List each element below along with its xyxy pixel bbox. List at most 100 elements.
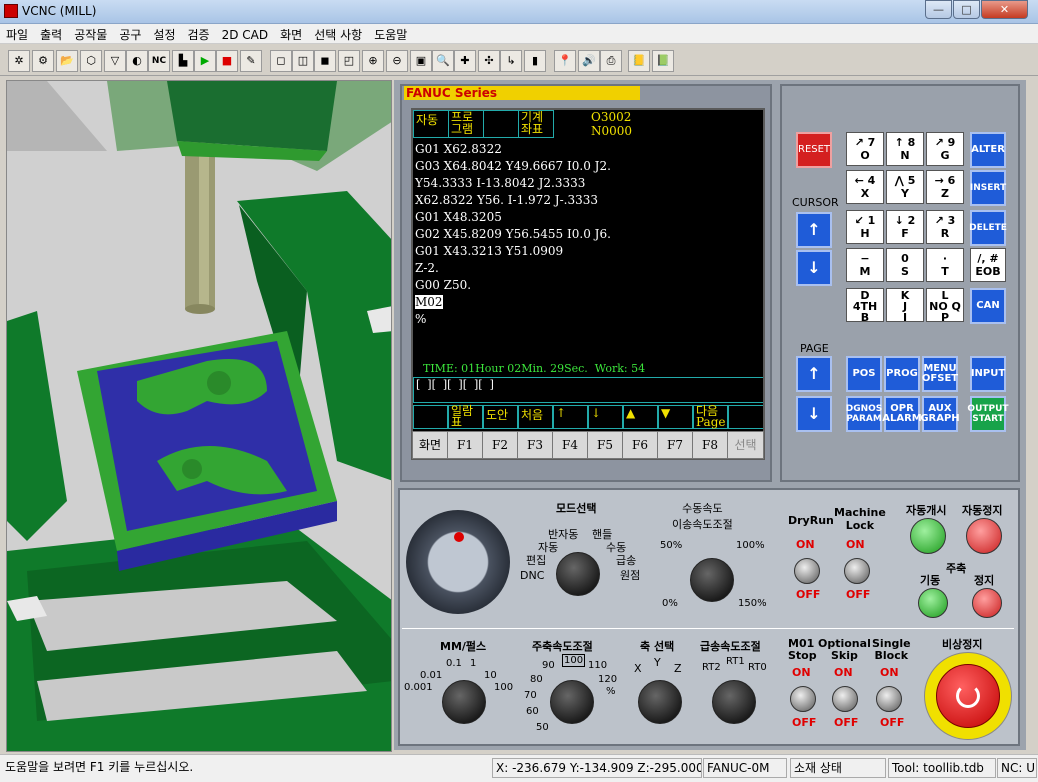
play-icon[interactable]: ▶ [194, 50, 216, 72]
view-iso-icon[interactable]: ◰ [338, 50, 360, 72]
mode-select-knob[interactable] [556, 552, 600, 596]
menu-options[interactable]: 선택 사항 [308, 24, 368, 45]
page-down-button[interactable]: ↓ [796, 396, 832, 432]
key-6-z[interactable]: → 6 Z [926, 170, 964, 204]
select-icon[interactable]: ✲ [8, 50, 30, 72]
prog-button[interactable]: PROG [884, 356, 920, 392]
book-icon[interactable]: 📗 [652, 50, 674, 72]
key-3-r[interactable]: ↗ 3 R [926, 210, 964, 244]
key-1-h[interactable]: ↙ 1 H [846, 210, 884, 244]
m01-stop-toggle[interactable] [790, 686, 816, 712]
can-button[interactable]: CAN [970, 288, 1006, 324]
spindle-speed-knob[interactable] [550, 680, 594, 724]
color-icon[interactable]: ▮ [524, 50, 546, 72]
key-dot-t[interactable]: · T [926, 248, 964, 282]
eob-button[interactable]: /, # EOB [970, 248, 1006, 282]
menu-output[interactable]: 출력 [34, 24, 68, 45]
machine-lock-toggle[interactable] [844, 558, 870, 584]
nc-code-icon[interactable]: NC [148, 50, 170, 72]
auto-stop-button[interactable] [966, 518, 1002, 554]
menu-verify[interactable]: 검증 [182, 24, 216, 45]
key-4-x[interactable]: ← 4 X [846, 170, 884, 204]
key-0-s[interactable]: 0 S [886, 248, 924, 282]
page-up-button[interactable]: ↑ [796, 356, 832, 392]
softkey-f4[interactable]: F4 [552, 431, 588, 459]
axis-icon[interactable]: ✣ [478, 50, 500, 72]
output-start-button[interactable]: OUTPUT START [967, 396, 1009, 432]
menu-help[interactable]: 도움말 [368, 24, 413, 45]
maximize-button[interactable]: □ [953, 0, 980, 19]
zoom-in-icon[interactable]: ⊕ [362, 50, 384, 72]
open-folder-icon[interactable]: 📂 [56, 50, 78, 72]
close-button[interactable]: ✕ [981, 0, 1028, 19]
pencil-icon[interactable]: ✎ [240, 50, 262, 72]
aux-graph-button[interactable]: AUX GRAPH [920, 396, 960, 432]
key-k-j-i[interactable]: K J I [886, 288, 924, 323]
key-5-y[interactable]: ⋀ 5 Y [886, 170, 924, 204]
pan-icon[interactable]: ✚ [454, 50, 476, 72]
workpiece-icon[interactable]: ▙ [172, 50, 194, 72]
optional-skip-toggle[interactable] [832, 686, 858, 712]
settings-icon[interactable]: ⚙ [32, 50, 54, 72]
zoom-fit-icon[interactable]: 🔍 [432, 50, 454, 72]
key-9-g[interactable]: ↗ 9 G [926, 132, 964, 166]
alter-button[interactable]: ALTER [970, 132, 1006, 168]
filter-icon[interactable]: ▽ [104, 50, 126, 72]
handwheel[interactable] [406, 510, 510, 614]
softkey-f6[interactable]: F6 [622, 431, 658, 459]
softkey-f8[interactable]: F8 [692, 431, 728, 459]
softkey-f3[interactable]: F3 [517, 431, 553, 459]
key-2-f[interactable]: ↓ 2 F [886, 210, 924, 244]
key-7-o[interactable]: ↗ 7 O [846, 132, 884, 166]
sound-icon[interactable]: 🔊 [578, 50, 600, 72]
softkey-f7[interactable]: F7 [657, 431, 693, 459]
pos-button[interactable]: POS [846, 356, 882, 392]
softkey-f1[interactable]: F1 [447, 431, 483, 459]
menu-offset-button[interactable]: MENU OFSET [922, 356, 958, 392]
view-front-icon[interactable]: ◻ [270, 50, 292, 72]
zoom-out-icon[interactable]: ⊖ [386, 50, 408, 72]
export-icon[interactable]: ⎙ [600, 50, 622, 72]
menu-view[interactable]: 화면 [274, 24, 308, 45]
key-no-p[interactable]: L NO Q P [926, 288, 964, 323]
softkey-f5[interactable]: F5 [587, 431, 623, 459]
softkey-screen[interactable]: 화면 [412, 431, 448, 459]
auto-start-button[interactable] [910, 518, 946, 554]
contrast-icon[interactable]: ◐ [126, 50, 148, 72]
reset-button[interactable]: RESET [796, 132, 832, 168]
menu-2dcad[interactable]: 2D CAD [216, 26, 275, 44]
input-buffer[interactable]: [ ][ ][ ][ ][ ] [413, 377, 763, 403]
minimize-button[interactable]: — [925, 0, 952, 19]
delete-button[interactable]: DELETE [969, 210, 1007, 246]
insert-button[interactable]: INSERT [970, 170, 1006, 206]
key-8-n[interactable]: ↑ 8 N [886, 132, 924, 166]
dryrun-toggle[interactable] [794, 558, 820, 584]
origin-icon[interactable]: ↳ [500, 50, 522, 72]
view-top-icon[interactable]: ◫ [292, 50, 314, 72]
softkey-select[interactable]: 선택 [727, 431, 764, 459]
machine-3d-view[interactable] [6, 80, 392, 752]
stop-icon[interactable]: ■ [216, 50, 238, 72]
spindle-start-button[interactable] [918, 588, 948, 618]
dgnos-param-button[interactable]: DGNOS PARAM [846, 396, 882, 432]
menu-workpiece[interactable]: 공작물 [68, 24, 113, 45]
zoom-window-icon[interactable]: ▣ [410, 50, 432, 72]
input-button[interactable]: INPUT [970, 356, 1006, 392]
feed-override-knob[interactable] [690, 558, 734, 602]
axis-select-knob[interactable] [638, 680, 682, 724]
cursor-down-button[interactable]: ↓ [796, 250, 832, 286]
key-4th-b[interactable]: D 4TH B [846, 288, 884, 323]
mm-pulse-knob[interactable] [442, 680, 486, 724]
view-solid-icon[interactable]: ◼ [314, 50, 336, 72]
key-minus-m[interactable]: − M [846, 248, 884, 282]
menu-tool[interactable]: 공구 [113, 24, 147, 45]
marker-icon[interactable]: 📍 [554, 50, 576, 72]
single-block-toggle[interactable] [876, 686, 902, 712]
menu-settings[interactable]: 설정 [147, 24, 181, 45]
menu-file[interactable]: 파일 [0, 24, 34, 45]
notes-icon[interactable]: 📒 [628, 50, 650, 72]
spindle-stop-button[interactable] [972, 588, 1002, 618]
softkey-f2[interactable]: F2 [482, 431, 518, 459]
cursor-up-button[interactable]: ↑ [796, 212, 832, 248]
opr-alarm-button[interactable]: OPR ALARM [882, 396, 922, 432]
